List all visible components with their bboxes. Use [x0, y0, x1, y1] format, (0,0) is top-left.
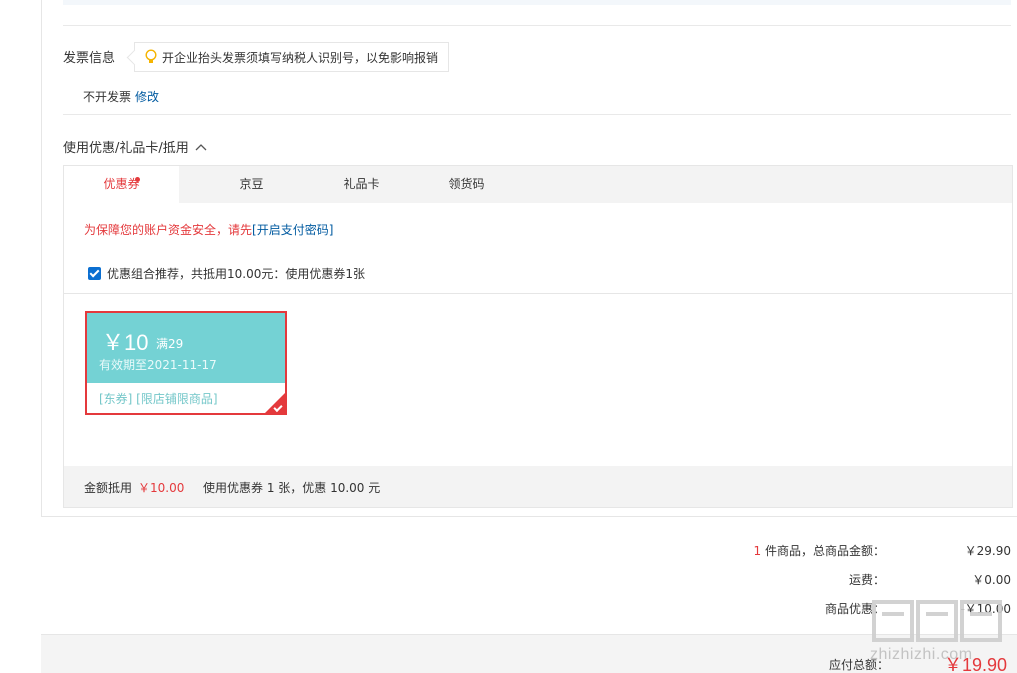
lightbulb-icon [145, 49, 157, 63]
coupon-section-title: 使用优惠/礼品卡/抵用 [63, 141, 189, 156]
goods-total-label: 1 件商品，总商品金额： [754, 542, 885, 559]
pay-total-value: ￥19.90 [944, 655, 1008, 673]
invoice-tip: 开企业抬头发票须填写纳税人识别号，以免影响报销 [134, 42, 449, 72]
new-dot-icon [135, 177, 140, 182]
tab-redeem-code[interactable]: 领货码 [424, 166, 509, 203]
coupon-list: ￥10 满29 有效期至2021-11-17 [东券] [限店铺限商品] [64, 293, 1012, 466]
divider [63, 114, 1011, 115]
invoice-value-text: 不开发票 [83, 90, 132, 104]
coupon-card-top: ￥10 满29 有效期至2021-11-17 [87, 313, 285, 383]
recommend-text: 优惠组合推荐，共抵用10.00元：使用优惠券1张 [107, 267, 365, 281]
tab-coupons[interactable]: 优惠券 [64, 166, 179, 204]
coupon-summary-bar: 金额抵用 ￥10.00 使用优惠券 1 张，优惠 10.00 元 [64, 466, 1012, 507]
tab-label: 领货码 [448, 177, 485, 191]
summary-label: 金额抵用 ￥10.00 [84, 479, 184, 496]
discount-row: 商品优惠： -￥10.00 [611, 600, 1011, 620]
shipping-label: 运费： [848, 573, 885, 587]
summary-label-text: 金额抵用 [84, 481, 133, 495]
goods-total-value: ￥29.90 [964, 544, 1011, 558]
tab-jingdou[interactable]: 京豆 [209, 166, 294, 203]
coupon-amount: ￥10 [102, 330, 149, 355]
chevron-up-icon [195, 143, 207, 150]
top-strip [63, 0, 1011, 5]
shipping-row: 运费： ￥0.00 [611, 571, 1011, 591]
coupon-quota: 满29 [156, 337, 184, 351]
discount-value: -￥10.00 [960, 602, 1011, 616]
pay-total-bar: 应付总额： ￥19.90 [41, 634, 1017, 673]
goods-total-row: 1 件商品，总商品金额： ￥29.90 [611, 542, 1011, 562]
coupon-card[interactable]: ￥10 满29 有效期至2021-11-17 [东券] [限店铺限商品] [85, 311, 287, 415]
tab-label: 京豆 [239, 177, 264, 191]
invoice-value: 不开发票 修改 [83, 88, 159, 105]
tab-bar: 优惠券 京豆 礼品卡 领货码 [64, 166, 1012, 204]
recommend-checkbox[interactable] [88, 267, 101, 280]
invoice-title: 发票信息 [63, 51, 116, 66]
warning-text: 为保障您的账户资金安全，请先 [84, 223, 253, 237]
coupon-tabs-box: 优惠券 京豆 礼品卡 领货码 为保障您的账户资金安全，请先[开启支付密码] 优惠… [63, 165, 1013, 508]
pay-total-label: 应付总额： [829, 658, 890, 672]
invoice-tip-text: 开企业抬头发票须填写纳税人识别号，以免影响报销 [162, 50, 439, 65]
enable-pay-password-link[interactable]: [开启支付密码] [252, 223, 333, 237]
coupon-section-toggle[interactable]: 使用优惠/礼品卡/抵用 [63, 137, 207, 156]
coupon-tags: [东券] [限店铺限商品] [99, 392, 218, 406]
recommend-row: 优惠组合推荐，共抵用10.00元：使用优惠券1张 [88, 265, 365, 282]
tab-label: 礼品卡 [343, 177, 380, 191]
divider [63, 25, 1011, 26]
coupon-validity: 有效期至2021-11-17 [99, 358, 217, 372]
summary-description: 使用优惠券 1 张，优惠 10.00 元 [203, 481, 381, 495]
security-warning: 为保障您的账户资金安全，请先[开启支付密码] [84, 221, 333, 238]
summary-amount: ￥10.00 [138, 481, 185, 495]
goods-total-label-text: 件商品，总商品金额： [761, 544, 885, 558]
tab-gift-card[interactable]: 礼品卡 [319, 166, 404, 203]
shipping-value: ￥0.00 [972, 573, 1011, 587]
invoice-edit-link[interactable]: 修改 [135, 90, 159, 104]
discount-label: 商品优惠： [824, 602, 885, 616]
